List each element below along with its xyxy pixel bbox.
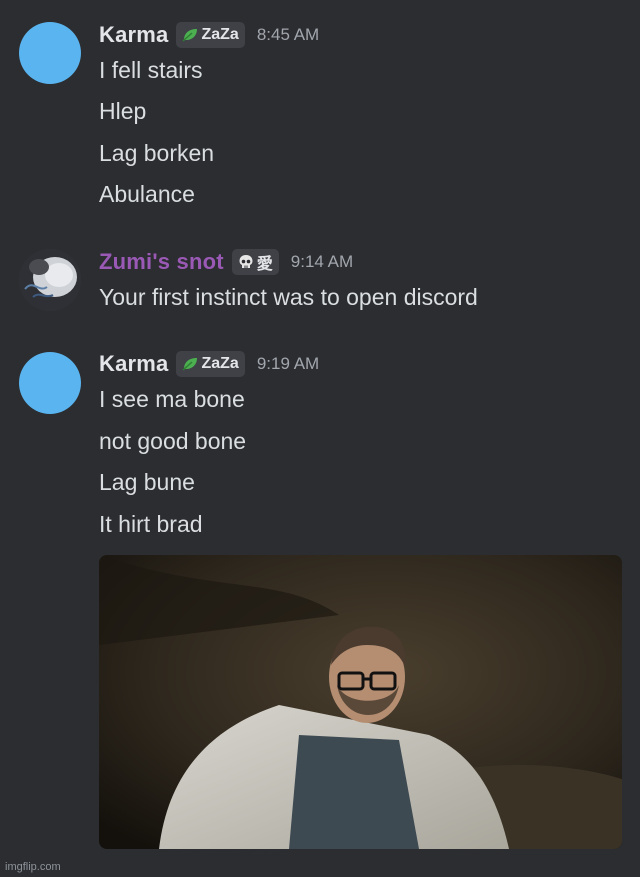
message-header: Zumi's snot 愛 9:14 AM xyxy=(99,247,353,277)
server-tag[interactable]: 愛 xyxy=(231,249,279,275)
message-header: Karma ZaZa 8:45 AM xyxy=(99,20,319,50)
message-line: Abulance xyxy=(99,181,195,207)
message-line: Hlep xyxy=(99,98,147,124)
message-line: Lag borken xyxy=(99,140,215,166)
avatar[interactable] xyxy=(19,22,81,84)
leaf-icon xyxy=(182,357,198,371)
timestamp: 9:14 AM xyxy=(290,252,354,271)
server-tag-label: ZaZa xyxy=(201,26,239,43)
message-header: Karma ZaZa 9:19 AM xyxy=(99,349,319,379)
message-line: not good bone xyxy=(99,428,247,454)
leaf-icon xyxy=(182,28,198,42)
server-tag[interactable]: ZaZa xyxy=(176,351,245,377)
server-tag[interactable]: ZaZa xyxy=(176,22,245,48)
message-line: I see ma bone xyxy=(99,386,245,412)
skull-icon xyxy=(238,254,254,270)
username[interactable]: Karma xyxy=(99,351,168,377)
message-line: Your first instinct was to open discord xyxy=(99,284,478,310)
message-line: It hirt brad xyxy=(99,511,203,537)
gif-image[interactable] xyxy=(99,555,622,849)
message-line: I fell stairs xyxy=(99,57,203,83)
avatar[interactable] xyxy=(19,249,81,311)
timestamp: 9:19 AM xyxy=(256,354,320,373)
username[interactable]: Karma xyxy=(99,22,168,48)
timestamp: 8:45 AM xyxy=(256,25,320,44)
avatar[interactable] xyxy=(19,352,81,414)
server-tag-label: 愛 xyxy=(256,256,273,273)
server-tag-label: ZaZa xyxy=(201,355,239,372)
message-line: Lag bune xyxy=(99,469,195,495)
username[interactable]: Zumi's snot xyxy=(99,249,224,275)
watermark: imgflip.com xyxy=(5,861,61,873)
